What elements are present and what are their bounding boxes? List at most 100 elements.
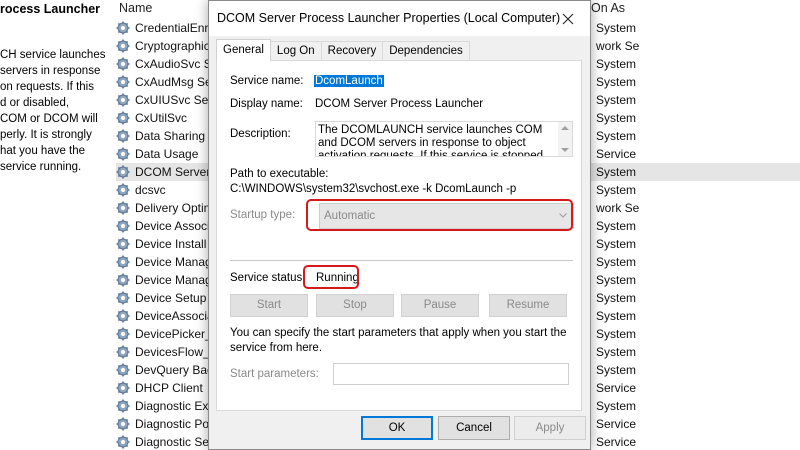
service-status-value: Running [316, 272, 359, 284]
list-item[interactable]: CredentialEnro [116, 19, 211, 37]
service-name: DeviceAssociati [135, 309, 211, 323]
logon-cell[interactable]: System [591, 91, 800, 109]
general-tab-panel: Service name: DcomLaunch Display name: D… [216, 60, 582, 411]
list-item[interactable]: DHCP Client [116, 379, 211, 397]
logon-cell[interactable]: System [591, 253, 800, 271]
logon-cell[interactable]: System [591, 397, 800, 415]
description-scrollbar[interactable] [558, 122, 572, 156]
logon-cell[interactable]: Service [591, 379, 800, 397]
service-name-value[interactable]: DcomLaunch [314, 75, 384, 87]
gear-icon [116, 309, 130, 323]
logon-cell[interactable]: System [591, 127, 800, 145]
service-name: Delivery Optim [135, 201, 211, 215]
startup-type-select[interactable]: Automatic [319, 203, 574, 229]
list-item[interactable]: Diagnostic Service Host [116, 433, 211, 450]
description-pane-text: CH service launches servers in response o… [0, 47, 105, 175]
tab-general[interactable]: General [216, 39, 271, 61]
list-item[interactable]: Data Sharing S [116, 127, 211, 145]
list-item[interactable]: CxAudioSvc Se [116, 55, 211, 73]
list-item[interactable]: Device Manage [116, 253, 211, 271]
service-name: CredentialEnro [135, 21, 211, 35]
logon-cell[interactable]: System [591, 235, 800, 253]
logon-cell[interactable]: Service [591, 415, 800, 433]
logon-cell[interactable]: Service [591, 145, 800, 163]
tab-recovery[interactable]: Recovery [320, 41, 384, 61]
service-name-label: Service name: [230, 75, 304, 87]
dialog-tabs: General Log On Recovery Dependencies [216, 39, 470, 61]
description-line: hat you have the [0, 145, 86, 157]
list-item[interactable]: Device Setup M [116, 289, 211, 307]
list-item[interactable]: dcsvc [116, 181, 211, 199]
gear-icon [116, 435, 130, 449]
list-item[interactable]: Data Usage [116, 145, 211, 163]
logon-cell[interactable]: System [591, 181, 800, 199]
ok-button[interactable]: OK [361, 416, 433, 440]
list-item[interactable]: Device Install S [116, 235, 211, 253]
logon-cell[interactable]: System [591, 163, 800, 181]
service-name-selected-text[interactable]: DcomLaunch [314, 75, 384, 87]
path-label: Path to executable: [230, 168, 329, 180]
logon-cell[interactable]: System [591, 55, 800, 73]
gear-icon [116, 327, 130, 341]
cancel-button[interactable]: Cancel [438, 416, 510, 440]
logon-cell[interactable]: System [591, 109, 800, 127]
pause-button[interactable]: Pause [401, 294, 479, 317]
name-column-header[interactable]: Name [119, 1, 152, 15]
service-name: DevicePicker_2 [135, 327, 211, 341]
list-item[interactable]: Device Manage [116, 271, 211, 289]
scroll-up-arrow-icon[interactable] [561, 126, 569, 130]
start-parameters-label: Start parameters: [230, 368, 319, 380]
logon-cell[interactable]: System [591, 343, 800, 361]
list-item[interactable]: CxUtilSvc [116, 109, 211, 127]
chevron-down-icon [559, 213, 567, 218]
service-name: Device Setup M [135, 291, 211, 305]
description-line: COM or DCOM will [0, 113, 98, 125]
service-name: Data Usage [135, 147, 199, 161]
logon-cell[interactable]: System [591, 19, 800, 37]
tab-log-on[interactable]: Log On [269, 41, 322, 61]
service-name: Cryptographic [135, 39, 210, 53]
service-name: DCOM Server P [135, 165, 211, 179]
gear-icon [116, 201, 130, 215]
logon-cell[interactable]: System [591, 325, 800, 343]
stop-button[interactable]: Stop [316, 294, 394, 317]
list-item[interactable]: DevicesFlow_2f [116, 343, 211, 361]
list-item[interactable]: CxAudMsg Serv [116, 73, 211, 91]
service-name: Diagnostic Exe [135, 399, 211, 413]
description-line: perly. It is strongly [0, 129, 92, 141]
list-item[interactable]: Device Associat [116, 217, 211, 235]
list-item[interactable]: DCOM Server P [116, 163, 211, 181]
description-text: The DCOMLAUNCH service launches COM and … [318, 124, 543, 157]
service-name: CxUIUSvc Servi [135, 93, 211, 107]
list-item[interactable]: DevicePicker_2 [116, 325, 211, 343]
logon-cell[interactable]: System [591, 307, 800, 325]
description-textbox[interactable]: The DCOMLAUNCH service launches COM and … [315, 121, 573, 157]
logon-cell[interactable]: System [591, 73, 800, 91]
logon-cell[interactable]: System [591, 217, 800, 235]
logon-cell[interactable]: work Se [591, 37, 800, 55]
logon-cell[interactable]: System [591, 361, 800, 379]
list-item[interactable]: DeviceAssociati [116, 307, 211, 325]
logon-column-header[interactable]: On As [591, 1, 625, 15]
start-button[interactable]: Start [230, 294, 308, 317]
list-item[interactable]: Diagnostic Exe [116, 397, 211, 415]
logon-cell[interactable]: Service [591, 433, 800, 450]
start-parameters-input[interactable] [333, 363, 569, 385]
logon-cell[interactable]: System [591, 271, 800, 289]
close-button[interactable] [545, 1, 590, 36]
apply-button[interactable]: Apply [514, 416, 586, 440]
list-item[interactable]: CxUIUSvc Servi [116, 91, 211, 109]
dialog-titlebar[interactable]: DCOM Server Process Launcher Properties … [209, 1, 590, 36]
gear-icon [116, 255, 130, 269]
logon-cell[interactable]: work Se [591, 199, 800, 217]
service-description-pane: rocess Launcher CH service launches serv… [0, 0, 112, 450]
list-item[interactable]: DevQuery Back [116, 361, 211, 379]
list-item[interactable]: Cryptographic [116, 37, 211, 55]
logon-cell[interactable]: System [591, 289, 800, 307]
scroll-down-arrow-icon[interactable] [561, 148, 569, 152]
resume-button[interactable]: Resume [489, 294, 567, 317]
gear-icon [116, 39, 130, 53]
tab-dependencies[interactable]: Dependencies [382, 41, 470, 61]
list-item[interactable]: Delivery Optim [116, 199, 211, 217]
list-item[interactable]: Diagnostic Poli [116, 415, 211, 433]
